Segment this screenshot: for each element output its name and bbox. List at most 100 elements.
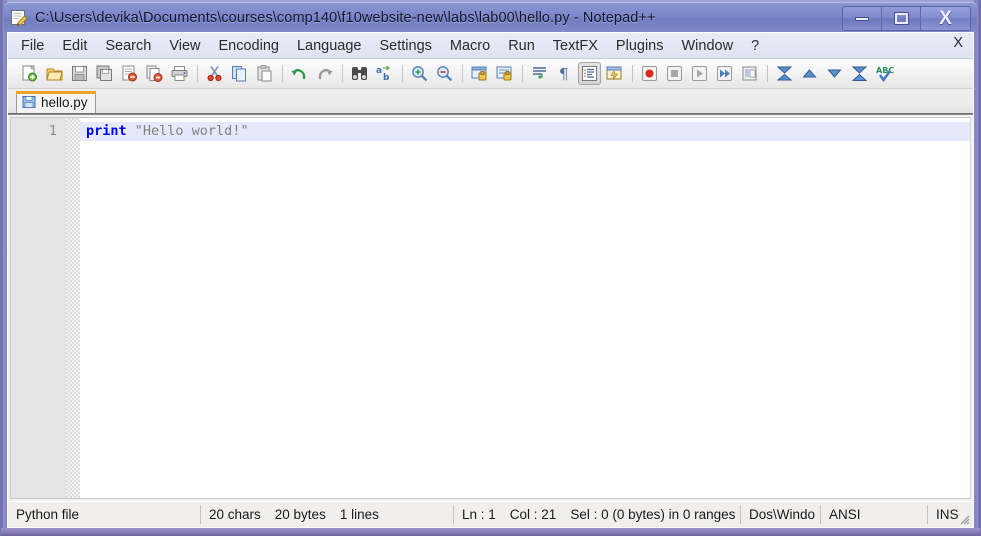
toolbar-separator	[342, 65, 343, 82]
menu-item-macro[interactable]: Macro	[441, 36, 499, 56]
editor[interactable]: 1 print "Hello world!"	[10, 117, 971, 499]
window-frame-bottom	[1, 528, 980, 536]
redo-button[interactable]	[313, 62, 336, 85]
zoom-in-button[interactable]	[408, 62, 431, 85]
open-file-button[interactable]	[43, 62, 66, 85]
copy-button[interactable]	[228, 62, 251, 85]
close-all-files-button[interactable]	[143, 62, 166, 85]
client-area: File Edit Search View Encoding Language …	[7, 32, 974, 528]
run-macro-multiple-button[interactable]	[713, 62, 736, 85]
fold-up-button[interactable]	[798, 62, 821, 85]
word-wrap-button[interactable]	[528, 62, 551, 85]
print-button[interactable]	[168, 62, 191, 85]
show-all-characters-button[interactable]: ¶	[553, 62, 576, 85]
find-button[interactable]	[348, 62, 371, 85]
replace-button[interactable]: ab	[373, 62, 396, 85]
code-token-keyword: print	[86, 123, 127, 139]
close-button[interactable]: X	[921, 7, 970, 30]
window-title: C:\Users\devika\Documents\courses\comp14…	[35, 9, 656, 26]
status-ln: Ln : 1	[462, 507, 496, 522]
save-all-button[interactable]	[93, 62, 116, 85]
menu-item-run[interactable]: Run	[499, 36, 544, 56]
status-file-type: Python file	[16, 507, 80, 522]
save-macro-button[interactable]	[738, 62, 761, 85]
menu-item-file[interactable]: File	[12, 36, 53, 56]
new-file-button[interactable]	[18, 62, 41, 85]
undo-button[interactable]	[288, 62, 311, 85]
unfold-down-button[interactable]	[823, 62, 846, 85]
toolbar-separator	[282, 65, 283, 82]
toolbar: ab ¶ ABC	[8, 59, 973, 89]
record-macro-button[interactable]	[638, 62, 661, 85]
window-controls: X	[842, 6, 971, 31]
user-defined-dialog-button[interactable]	[603, 62, 626, 85]
menu-item-textfx[interactable]: TextFX	[544, 36, 607, 56]
maximize-icon	[893, 12, 909, 25]
toolbar-separator	[767, 65, 768, 82]
status-lines: 1 lines	[339, 507, 379, 522]
toolbar-separator	[462, 65, 463, 82]
menu-item-plugins[interactable]: Plugins	[607, 36, 673, 56]
zoom-out-button[interactable]	[433, 62, 456, 85]
close-document-button[interactable]: X	[953, 35, 963, 51]
indent-guide-button[interactable]	[578, 62, 601, 85]
tab-hello-py[interactable]: hello.py	[16, 91, 96, 113]
minimize-icon	[855, 16, 869, 21]
sync-horizontal-scrolling-button[interactable]	[493, 62, 516, 85]
tab-label: hello.py	[41, 94, 88, 110]
svg-text:b: b	[383, 73, 390, 83]
status-eol-format: Dos\Windo	[740, 505, 820, 524]
status-document-size: 20 chars 20 bytes 1 lines	[200, 505, 453, 524]
menu-bar: File Edit Search View Encoding Language …	[8, 33, 973, 59]
paste-button[interactable]	[253, 62, 276, 85]
status-chars: 20 chars	[209, 507, 261, 522]
line-number-gutter: 1	[11, 118, 66, 498]
toolbar-separator	[632, 65, 633, 82]
tab-bar: hello.py	[8, 89, 973, 114]
close-icon: X	[939, 8, 952, 29]
save-button[interactable]	[68, 62, 91, 85]
toolbar-separator	[522, 65, 523, 82]
collapse-all-button[interactable]	[773, 62, 796, 85]
menu-item-encoding[interactable]: Encoding	[210, 36, 288, 56]
status-caret-position: Ln : 1 Col : 21 Sel : 0 (0 bytes) in 0 r…	[453, 505, 740, 524]
menu-item-window[interactable]: Window	[672, 36, 742, 56]
resize-grip-icon[interactable]	[957, 512, 970, 525]
spell-check-button[interactable]: ABC	[873, 62, 896, 85]
expand-all-button[interactable]	[848, 62, 871, 85]
line-number: 1	[48, 123, 57, 139]
menu-item-edit[interactable]: Edit	[53, 36, 96, 56]
svg-text:a: a	[376, 66, 382, 76]
cut-button[interactable]	[203, 62, 226, 85]
status-encoding: ANSI	[820, 505, 927, 524]
notepad-plus-plus-window: C:\Users\devika\Documents\courses\comp14…	[0, 0, 981, 536]
minimize-button[interactable]	[843, 7, 882, 30]
code-token-string: "Hello world!"	[134, 123, 249, 139]
code-line[interactable]: print "Hello world!"	[80, 122, 970, 141]
status-col: Col : 21	[509, 507, 557, 522]
status-sel: Sel : 0 (0 bytes) in 0 ranges	[570, 507, 736, 522]
svg-text:¶: ¶	[559, 65, 569, 83]
menu-item-search[interactable]: Search	[96, 36, 160, 56]
status-bar: Python file 20 chars 20 bytes 1 lines Ln…	[8, 501, 973, 527]
stop-macro-button[interactable]	[663, 62, 686, 85]
status-bytes: 20 bytes	[274, 507, 326, 522]
close-file-button[interactable]	[118, 62, 141, 85]
play-macro-button[interactable]	[688, 62, 711, 85]
menu-item-view[interactable]: View	[160, 36, 209, 56]
toolbar-separator	[197, 65, 198, 82]
notepad-plus-plus-icon[interactable]	[10, 9, 28, 27]
bookmark-margin[interactable]	[66, 118, 80, 498]
menu-item-language[interactable]: Language	[288, 36, 371, 56]
editor-container: 1 print "Hello world!"	[8, 114, 973, 501]
sync-vertical-scrolling-button[interactable]	[468, 62, 491, 85]
svg-text:ABC: ABC	[876, 66, 894, 75]
menu-item-help[interactable]: ?	[742, 36, 768, 56]
window-frame-right	[974, 0, 980, 536]
saved-file-icon	[22, 95, 36, 109]
maximize-button[interactable]	[882, 7, 921, 30]
title-bar[interactable]: C:\Users\devika\Documents\courses\comp14…	[4, 2, 977, 32]
menu-item-settings[interactable]: Settings	[370, 36, 440, 56]
code-area[interactable]: print "Hello world!"	[80, 118, 970, 498]
